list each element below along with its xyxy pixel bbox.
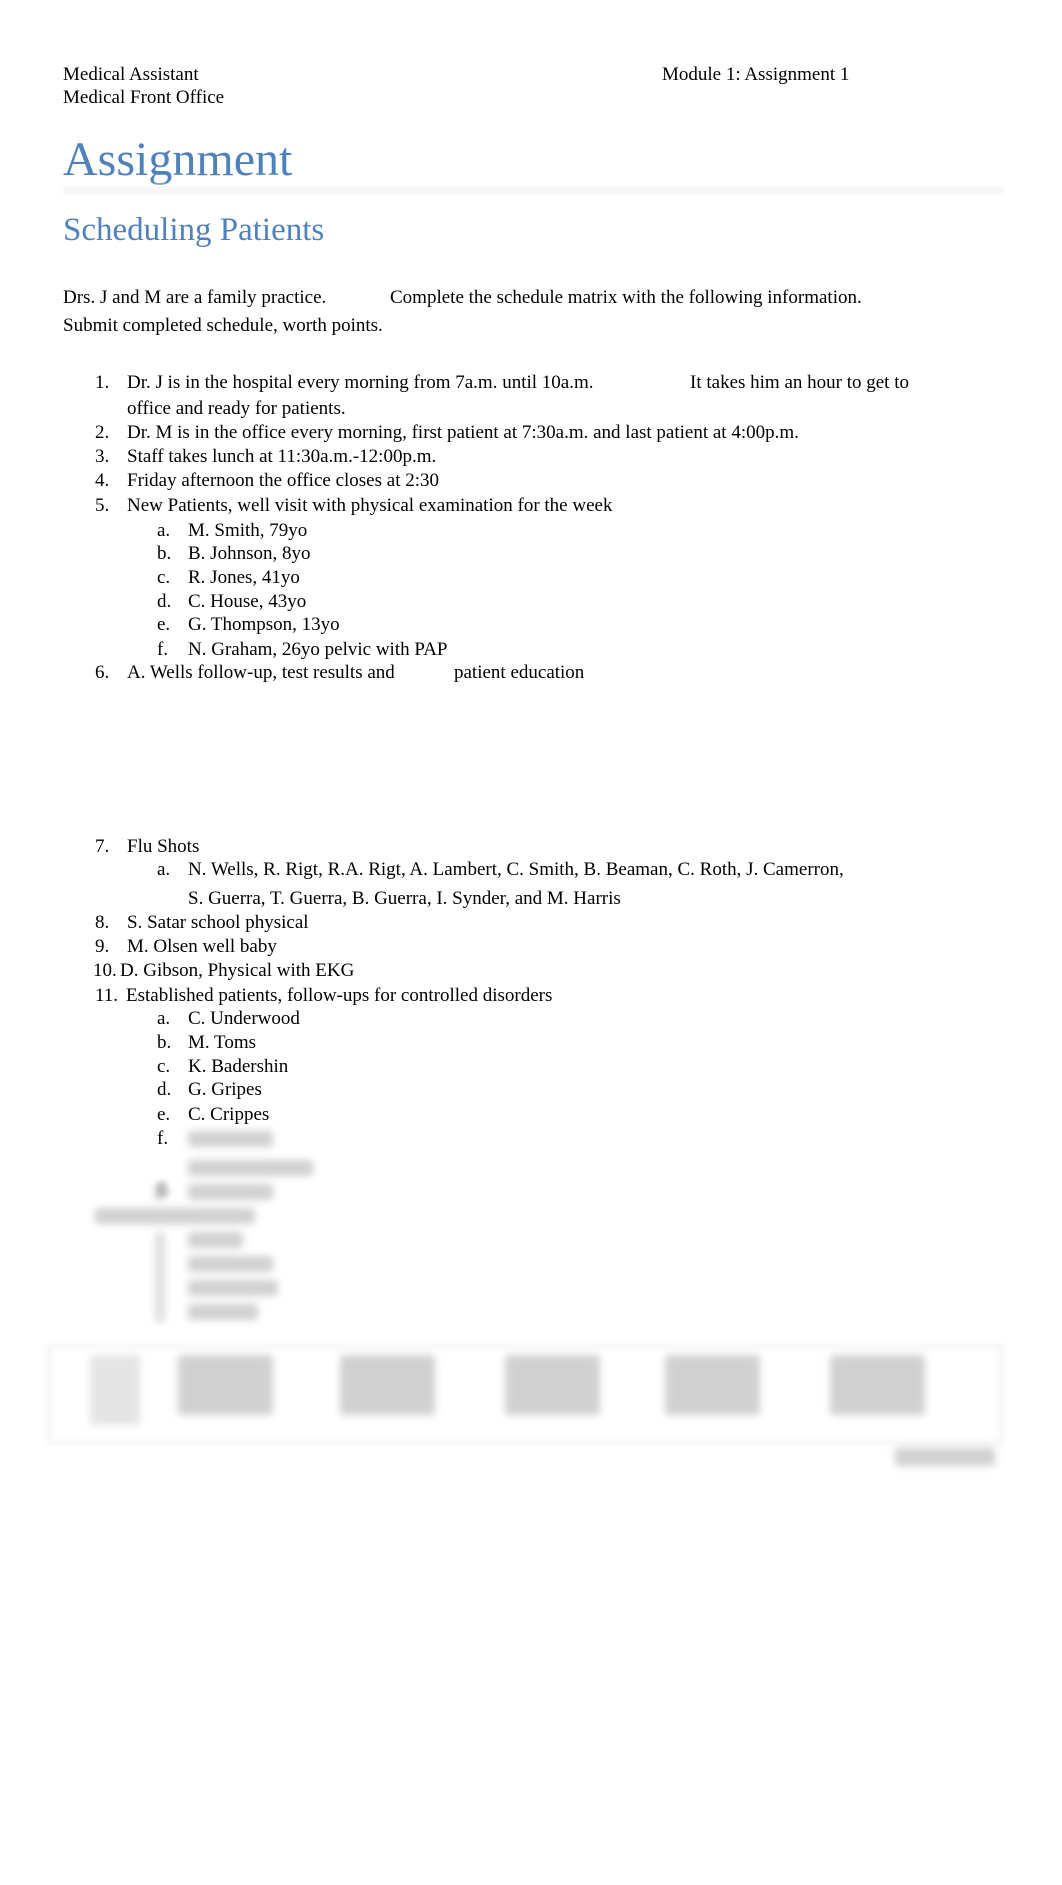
item-text: Dr. M is in the office every morning, fi… — [127, 422, 799, 443]
item-number: 1. — [95, 372, 110, 393]
item-text: Friday afternoon the office closes at 2:… — [127, 470, 439, 491]
item-text: It takes him an hour to get to — [690, 372, 909, 393]
item-text: New Patients, well visit with physical e… — [127, 495, 613, 516]
sub-item-letter: c. — [157, 1056, 171, 1077]
item-text: Staff takes lunch at 11:30a.m.-12:00p.m. — [127, 446, 437, 467]
sub-item-text: B. Johnson, 8yo — [188, 543, 311, 564]
intro-part1: Drs. J and M are a family practice. — [63, 287, 327, 308]
blurred-text — [188, 1232, 243, 1248]
item-text: Dr. J is in the hospital every morning f… — [127, 372, 594, 393]
item-text: M. Olsen well baby — [127, 936, 277, 957]
item-text: office and ready for patients. — [127, 398, 346, 419]
sub-item-text: M. Toms — [188, 1032, 257, 1053]
item-number: 2. — [95, 422, 110, 443]
sub-item-text: C. House, 43yo — [188, 591, 307, 612]
page-number-blurred — [895, 1448, 995, 1466]
page-subtitle: Scheduling Patients — [63, 212, 325, 248]
item-text: S. Satar school physical — [127, 912, 309, 933]
item-number: 8. — [95, 912, 110, 933]
item-text: Established patients, follow-ups for con… — [126, 985, 553, 1006]
sub-item-letter: c. — [157, 567, 171, 588]
sub-item-text: N. Graham, 26yo pelvic with PAP — [188, 639, 448, 660]
sub-item-text: M. Smith, 79yo — [188, 520, 308, 541]
sub-item-text: N. Wells, R. Rigt, R.A. Rigt, A. Lambert… — [188, 859, 844, 880]
header-course: Medical Assistant — [63, 64, 199, 85]
sub-item-text: R. Jones, 41yo — [188, 567, 300, 588]
blurred-text — [95, 1208, 255, 1224]
item-number: 9. — [95, 936, 110, 957]
item-number: 10. — [93, 960, 117, 981]
blurred-text — [188, 1184, 273, 1200]
sub-item-text: S. Guerra, T. Guerra, B. Guerra, I. Synd… — [188, 888, 621, 909]
blurred-text — [188, 1256, 273, 1272]
sub-item-letter: a. — [157, 520, 171, 541]
item-text: A. Wells follow-up, test results and — [127, 662, 395, 683]
sub-item-letter: d. — [157, 1079, 172, 1100]
sub-item-letter: b. — [157, 543, 172, 564]
sub-item-text: G. Thompson, 13yo — [188, 614, 340, 635]
sub-item-text: C. Crippes — [188, 1104, 270, 1125]
sub-item-letter: e. — [157, 1104, 171, 1125]
intro-line2: Submit completed schedule, worth points. — [63, 315, 383, 336]
item-number: 5. — [95, 495, 110, 516]
sub-item-letter: f. — [157, 639, 169, 660]
blurred-text — [188, 1280, 278, 1296]
title-divider — [63, 185, 1003, 195]
sub-item-text: K. Badershin — [188, 1056, 289, 1077]
blurred-text — [188, 1304, 258, 1320]
item-number: 4. — [95, 470, 110, 491]
sub-item-text: G. Gripes — [188, 1079, 262, 1100]
sub-item-letter: b. — [157, 1032, 172, 1053]
sub-item-letter: a. — [157, 859, 171, 880]
page-title: Assignment — [63, 133, 293, 186]
item-text: D. Gibson, Physical with EKG — [120, 960, 355, 981]
item-number: 7. — [95, 836, 110, 857]
sub-item-letter: e. — [157, 614, 171, 635]
sub-item-letter: a. — [157, 1008, 171, 1029]
item-number: 11. — [95, 985, 119, 1006]
item-number: 6. — [95, 662, 110, 683]
item-number: 3. — [95, 446, 110, 467]
header-subject: Medical Front Office — [63, 87, 225, 108]
sub-item-letter: f. — [157, 1128, 169, 1149]
item-text: Flu Shots — [127, 836, 200, 857]
item-text: patient education — [454, 662, 585, 683]
sub-item-text: C. Underwood — [188, 1008, 300, 1029]
sub-item-letter: d. — [157, 591, 172, 612]
intro-part2: Complete the schedule matrix with the fo… — [390, 287, 862, 308]
header-module: Module 1: Assignment 1 — [662, 64, 850, 85]
